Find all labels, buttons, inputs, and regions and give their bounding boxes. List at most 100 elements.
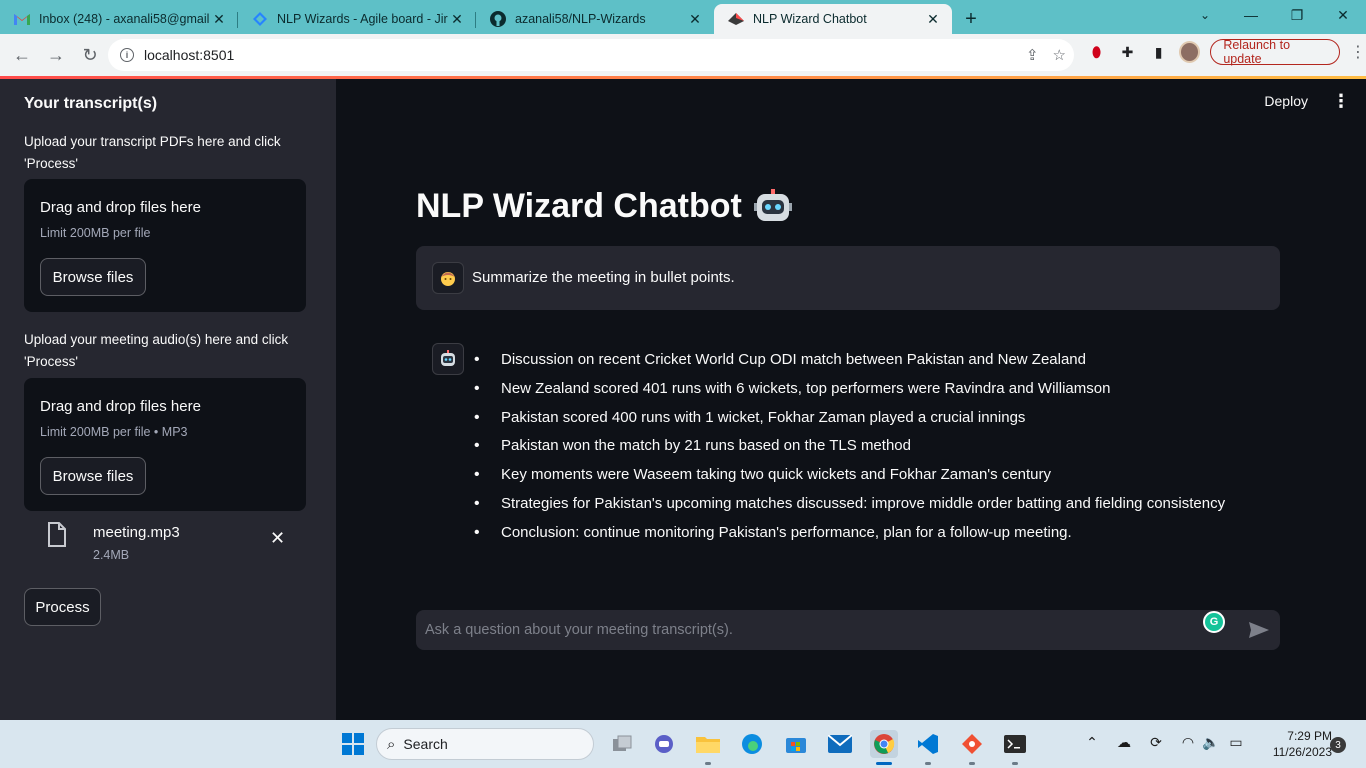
battery-icon[interactable]: ▭: [1226, 734, 1246, 751]
pdf-file-uploader[interactable]: Drag and drop files here Limit 200MB per…: [24, 179, 306, 312]
audio-file-uploader[interactable]: Drag and drop files here Limit 200MB per…: [24, 378, 306, 511]
list-item: New Zealand scored 401 runs with 6 wicke…: [472, 375, 1272, 404]
streamlit-icon: [728, 11, 744, 27]
dropzone-limit: Limit 200MB per file • MP3: [40, 425, 188, 439]
list-item: Strategies for Pakistan's upcoming match…: [472, 490, 1272, 519]
pdf-upload-label: Upload your transcript PDFs here and cli…: [24, 134, 281, 171]
speaker-icon[interactable]: 🔈: [1202, 734, 1220, 751]
onedrive-cloud-icon[interactable]: ☁: [1114, 734, 1134, 751]
tab-github[interactable]: azanali58/NLP-Wizards ✕: [476, 4, 714, 34]
tab-jira[interactable]: NLP Wizards - Agile board - Jira ✕: [238, 4, 476, 34]
site-info-icon[interactable]: i: [120, 48, 134, 62]
tab-title: NLP Wizards - Agile board - Jira: [277, 12, 448, 26]
process-button[interactable]: Process: [24, 588, 101, 626]
close-window-icon[interactable]: ✕: [1320, 0, 1366, 30]
side-panel-icon[interactable]: ▮: [1148, 41, 1169, 63]
browse-files-button[interactable]: Browse files: [40, 258, 146, 296]
mail-icon[interactable]: [826, 730, 854, 758]
url-text: localhost:8501: [144, 47, 235, 63]
tab-title: NLP Wizard Chatbot: [753, 12, 867, 26]
tab-nlp-wizard-chatbot[interactable]: NLP Wizard Chatbot ✕: [714, 4, 952, 34]
chevron-up-icon[interactable]: ⌃: [1084, 734, 1100, 751]
dropzone-text: Drag and drop files here: [40, 199, 201, 216]
task-view-icon[interactable]: [608, 730, 636, 758]
list-item: Pakistan scored 400 runs with 1 wicket, …: [472, 404, 1272, 433]
back-icon[interactable]: ←: [6, 39, 38, 71]
page-title-text: NLP Wizard Chatbot: [416, 187, 742, 225]
list-item: Pakistan won the match by 21 runs based …: [472, 432, 1272, 461]
wifi-icon[interactable]: ◠: [1178, 734, 1198, 751]
dropzone-text: Drag and drop files here: [40, 398, 201, 415]
assistant-avatar-icon: [432, 343, 464, 375]
user-message: Summarize the meeting in bullet points.: [416, 246, 1280, 310]
reload-icon[interactable]: ↻: [74, 39, 106, 71]
robot-icon: [753, 188, 792, 221]
browser-toolbar: ← → ↻ i localhost:8501 ⇪ ☆ ⬮ ✚ ▮ Relaunc…: [0, 34, 1366, 76]
sidebar: Your transcript(s) Upload your transcrip…: [0, 79, 336, 720]
edge-browser-icon[interactable]: [738, 730, 766, 758]
remove-file-icon[interactable]: ✕: [270, 528, 285, 549]
assistant-message-list: Discussion on recent Cricket World Cup O…: [472, 346, 1272, 548]
taskbar-search-box[interactable]: ⌕ Search: [376, 728, 594, 760]
forward-icon[interactable]: →: [40, 39, 72, 71]
list-item: Conclusion: continue monitoring Pakistan…: [472, 519, 1272, 548]
new-tab-button[interactable]: +: [956, 4, 986, 34]
share-icon[interactable]: ⇪: [1026, 46, 1039, 64]
page-title: NLP Wizard Chatbot: [416, 187, 792, 226]
windows-taskbar: ⌕ Search ⌃ ☁ ⟳ ◠ 🔈 ▭ 7:29 PM 11/26/2023: [0, 720, 1366, 768]
grammarly-icon[interactable]: G: [1203, 611, 1225, 633]
clock-date: 11/26/2023: [1272, 745, 1332, 759]
clock-time: 7:29 PM: [1287, 729, 1332, 743]
close-tab-icon[interactable]: ✕: [448, 10, 466, 28]
sidebar-title: Your transcript(s): [24, 95, 158, 112]
file-explorer-icon[interactable]: [694, 730, 722, 758]
close-tab-icon[interactable]: ✕: [686, 10, 704, 28]
main-area: Deploy ⋮ NLP Wizard Chatbot Summarize th…: [336, 79, 1366, 720]
browse-files-button[interactable]: Browse files: [40, 457, 146, 495]
tab-title: azanali58/NLP-Wizards: [515, 12, 646, 26]
terminal-icon[interactable]: [1001, 730, 1029, 758]
address-bar[interactable]: i localhost:8501 ⇪ ☆: [108, 39, 1074, 71]
chrome-icon[interactable]: [870, 730, 898, 758]
running-indicator: [925, 762, 931, 765]
running-indicator: [969, 762, 975, 765]
bookmark-star-icon[interactable]: ☆: [1053, 46, 1066, 64]
system-clock[interactable]: 7:29 PM 11/26/2023: [1252, 728, 1332, 760]
tab-gmail[interactable]: Inbox (248) - axanali58@gmail.com ✕: [0, 4, 238, 34]
chrome-menu-icon[interactable]: ⋮: [1350, 42, 1366, 62]
minimize-icon[interactable]: —: [1228, 0, 1274, 30]
send-icon[interactable]: [1248, 621, 1270, 639]
notification-badge[interactable]: 3: [1330, 737, 1346, 753]
running-indicator: [705, 762, 711, 765]
opera-extension-icon[interactable]: ⬮: [1086, 41, 1107, 63]
restore-icon[interactable]: ❐: [1274, 0, 1320, 30]
close-tab-icon[interactable]: ✕: [924, 10, 942, 28]
user-avatar-icon: [432, 262, 464, 294]
main-menu-icon[interactable]: ⋮: [1332, 91, 1350, 112]
user-message-text: Summarize the meeting in bullet points.: [472, 269, 735, 286]
microsoft-store-icon[interactable]: [782, 730, 810, 758]
windows-start-icon[interactable]: [339, 730, 367, 758]
extensions-puzzle-icon[interactable]: ✚: [1117, 41, 1138, 63]
vscode-icon[interactable]: [914, 730, 942, 758]
profile-avatar[interactable]: [1179, 41, 1201, 63]
github-icon: [490, 11, 506, 27]
active-indicator: [876, 762, 892, 765]
teams-chat-icon[interactable]: [650, 730, 678, 758]
file-size: 2.4MB: [93, 548, 130, 562]
search-icon: ⌕: [387, 735, 396, 753]
close-tab-icon[interactable]: ✕: [210, 10, 228, 28]
running-indicator: [1012, 762, 1018, 765]
relaunch-button[interactable]: Relaunch to update: [1210, 38, 1340, 66]
list-item: Discussion on recent Cricket World Cup O…: [472, 346, 1272, 375]
chevron-down-icon[interactable]: ⌄: [1190, 0, 1220, 30]
file-icon: [48, 522, 66, 547]
window-controls: — ❐ ✕: [1228, 0, 1366, 34]
audio-upload-label: Upload your meeting audio(s) here and cl…: [24, 332, 289, 369]
chat-input[interactable]: [425, 620, 1185, 640]
git-app-icon[interactable]: [958, 730, 986, 758]
tab-title: Inbox (248) - axanali58@gmail.com: [39, 12, 210, 26]
taskbar-search-label: Search: [403, 736, 448, 752]
deploy-button[interactable]: Deploy: [1264, 93, 1308, 109]
sync-icon[interactable]: ⟳: [1146, 734, 1166, 751]
